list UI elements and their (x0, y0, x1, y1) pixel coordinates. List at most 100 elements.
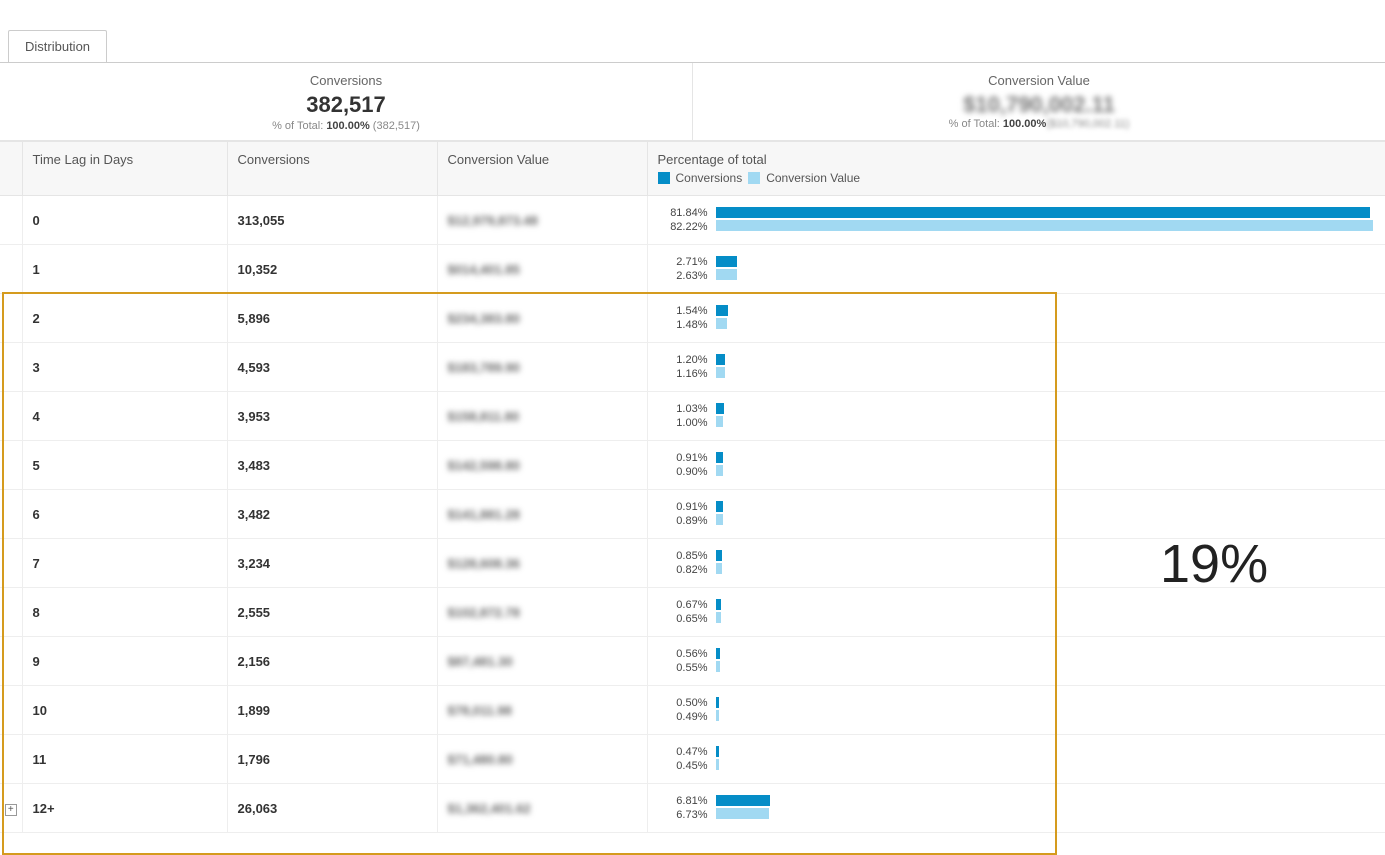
cell-percentage: 1.03%1.00% (647, 392, 1385, 441)
bar-conversions (716, 452, 723, 463)
cell-conversion-value: $1,362,401.62 (437, 784, 647, 833)
table-row: 34,593$183,789.901.20%1.16% (0, 343, 1385, 392)
bar-conversions (716, 256, 738, 267)
cell-conversion-value: $128,608.36 (437, 539, 647, 588)
summary-conversions-label: Conversions (0, 73, 692, 88)
cell-conversion-value: $142,598.80 (437, 441, 647, 490)
cell-percentage: 1.54%1.48% (647, 294, 1385, 343)
tab-distribution[interactable]: Distribution (8, 30, 107, 62)
bar-conversions (716, 501, 723, 512)
summary-conversions-value: 382,517 (0, 92, 692, 118)
cell-conversions: 3,953 (227, 392, 437, 441)
cell-conversions: 2,156 (227, 637, 437, 686)
bar-conversion-value (716, 563, 723, 574)
table-row: 25,896$234,383.801.54%1.48% (0, 294, 1385, 343)
bar-conversions (716, 305, 728, 316)
bar-conversions (716, 354, 726, 365)
header-conversion-value[interactable]: Conversion Value (437, 142, 647, 196)
cell-conversions: 3,234 (227, 539, 437, 588)
pct-labels: 0.47%0.45% (658, 745, 708, 773)
table-row: 0313,055$12,979,873.4881.84%82.22% (0, 196, 1385, 245)
bar-conversions (716, 648, 720, 659)
expand-cell (0, 490, 22, 539)
cell-conversions: 3,482 (227, 490, 437, 539)
bar-conversion-value (716, 220, 1373, 231)
cell-conversions: 313,055 (227, 196, 437, 245)
cell-time-lag: 6 (22, 490, 227, 539)
bars (716, 403, 1376, 429)
summary-row: Conversions 382,517 % of Total: 100.00% … (0, 62, 1385, 141)
cell-time-lag: 12+ (22, 784, 227, 833)
cell-conversions: 1,796 (227, 735, 437, 784)
expand-icon[interactable]: + (5, 804, 17, 816)
cell-time-lag: 2 (22, 294, 227, 343)
cell-percentage: 0.91%0.89% (647, 490, 1385, 539)
bar-conversion-value (716, 318, 728, 329)
bar-conversions (716, 403, 724, 414)
table-row: 92,156$87,481.300.56%0.55% (0, 637, 1385, 686)
cell-percentage: 81.84%82.22% (647, 196, 1385, 245)
header-expand (0, 142, 22, 196)
pct-labels: 0.91%0.90% (658, 451, 708, 479)
time-lag-table: Time Lag in Days Conversions Conversion … (0, 141, 1385, 833)
conversion-value-blurred: $128,608.36 (448, 556, 520, 571)
cell-conversion-value: $234,383.80 (437, 294, 647, 343)
bar-conversion-value (716, 514, 723, 525)
pct-labels: 2.71%2.63% (658, 255, 708, 283)
cell-conversions: 1,899 (227, 686, 437, 735)
bar-conversions (716, 746, 720, 757)
cell-conversions: 3,483 (227, 441, 437, 490)
bars (716, 746, 1376, 772)
table-row: 111,796$71,480.80 0.47%0.45% (0, 735, 1385, 784)
cell-time-lag: 8 (22, 588, 227, 637)
expand-cell (0, 588, 22, 637)
expand-cell (0, 735, 22, 784)
cell-percentage: 0.50%0.49% (647, 686, 1385, 735)
pct-labels: 0.56%0.55% (658, 647, 708, 675)
tabs: Distribution (8, 30, 1385, 62)
cell-conversion-value: $183,789.90 (437, 343, 647, 392)
cell-percentage: 0.91%0.90% (647, 441, 1385, 490)
legend-swatch-conversion-value (748, 172, 760, 184)
annotation-19-percent: 19% (1160, 533, 1268, 595)
bar-conversion-value (716, 416, 724, 427)
conversion-value-blurred: $142,598.80 (448, 458, 520, 473)
expand-cell (0, 294, 22, 343)
cell-conversion-value: $71,480.80 (437, 735, 647, 784)
summary-conversion-value-sub: % of Total: 100.00% ($10,790,002.11) (693, 118, 1385, 130)
bar-conversions (716, 795, 770, 806)
summary-conversion-value-value-blurred: $10,790,002.11 (963, 92, 1115, 118)
cell-time-lag: 5 (22, 441, 227, 490)
header-conversions[interactable]: Conversions (227, 142, 437, 196)
pct-labels: 0.67%0.65% (658, 598, 708, 626)
cell-percentage: 0.56%0.55% (647, 637, 1385, 686)
expand-cell (0, 245, 22, 294)
cell-time-lag: 11 (22, 735, 227, 784)
expand-cell (0, 441, 22, 490)
bar-conversions (716, 697, 720, 708)
header-time-lag[interactable]: Time Lag in Days (22, 142, 227, 196)
legend-label-conversion-value: Conversion Value (766, 171, 860, 185)
bars (716, 501, 1376, 527)
cell-conversion-value: $12,979,873.48 (437, 196, 647, 245)
conversion-value-blurred: $183,789.90 (448, 360, 520, 375)
pct-labels: 0.85%0.82% (658, 549, 708, 577)
cell-conversion-value: $141,881.28 (437, 490, 647, 539)
table-row: 101,899$78,011.980.50%0.49% (0, 686, 1385, 735)
bar-conversion-value (716, 759, 720, 770)
conversion-value-blurred: $87,481.30 (448, 654, 513, 669)
cell-percentage: 6.81%6.73% (647, 784, 1385, 833)
conversion-value-blurred: $158,811.80 (448, 409, 520, 424)
conversion-value-blurred: $1,362,401.62 (448, 801, 531, 816)
cell-conversion-value: $78,011.98 (437, 686, 647, 735)
table-header-row: Time Lag in Days Conversions Conversion … (0, 142, 1385, 196)
table-row: 63,482$141,881.280.91%0.89% (0, 490, 1385, 539)
bar-conversion-value (716, 808, 770, 819)
expand-cell (0, 686, 22, 735)
pct-labels: 6.81%6.73% (658, 794, 708, 822)
expand-cell[interactable]: + (0, 784, 22, 833)
header-pct: Percentage of total Conversions Conversi… (647, 142, 1385, 196)
expand-cell (0, 637, 22, 686)
bars (716, 599, 1376, 625)
pct-labels: 1.20%1.16% (658, 353, 708, 381)
